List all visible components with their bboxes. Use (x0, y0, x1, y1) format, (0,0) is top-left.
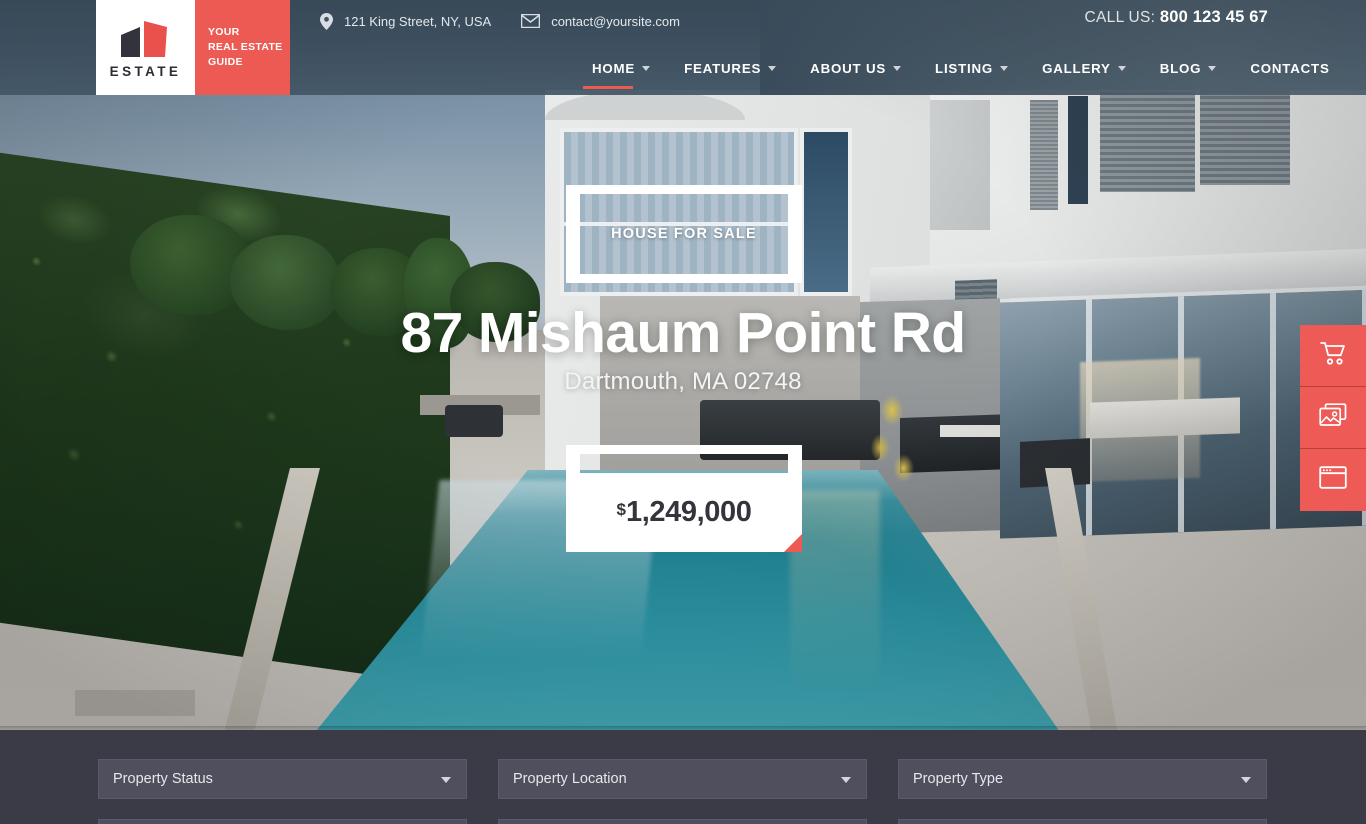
currency-symbol: $ (616, 500, 627, 519)
nav-item-gallery[interactable]: GALLERY (1025, 55, 1143, 81)
search-filter-row-2 (98, 819, 1268, 824)
page-title: 87 Mishaum Point Rd (400, 301, 966, 365)
property-search-panel: Property Status Property Location Proper… (0, 730, 1366, 824)
site-logo[interactable]: ESTATE YOUR REAL ESTATE GUIDE (96, 0, 290, 95)
chevron-down-icon (1241, 777, 1251, 783)
page-subtitle: Dartmouth, MA 02748 (564, 368, 802, 395)
chevron-down-icon (893, 65, 902, 71)
chevron-down-icon (768, 65, 777, 71)
header-address-text: 121 King Street, NY, USA (344, 13, 492, 29)
nav-label: GALLERY (1042, 60, 1111, 76)
phone-number: 800 123 45 67 (1159, 8, 1268, 26)
logo-wordmark: ESTATE (109, 63, 182, 79)
chevron-down-icon (1208, 65, 1217, 71)
chevron-down-icon (1117, 65, 1126, 71)
header-address[interactable]: 121 King Street, NY, USA (320, 12, 492, 30)
site-header: ESTATE YOUR REAL ESTATE GUIDE 121 King S… (0, 0, 1366, 95)
price-number: 1,249,000 (626, 496, 752, 528)
chevron-down-icon (841, 777, 851, 783)
chevron-down-icon (441, 777, 451, 783)
header-phone[interactable]: CALL US: 800 123 45 67 (1085, 8, 1268, 27)
price-corner-accent (784, 534, 802, 552)
nav-item-contacts[interactable]: CONTACTS (1233, 55, 1346, 81)
header-email[interactable]: contact@yoursite.com (521, 14, 680, 29)
property-location-select[interactable]: Property Location (498, 759, 867, 799)
chevron-down-icon (642, 65, 651, 71)
shopping-cart-icon (1319, 341, 1347, 371)
main-navigation: HOME FEATURES ABOUT US LISTING GALLERY B… (575, 55, 1347, 81)
nav-item-features[interactable]: FEATURES (667, 55, 793, 81)
header-contact-bar: 121 King Street, NY, USA contact@yoursit… (320, 8, 680, 34)
building-logo-icon (119, 17, 173, 59)
search-field-row2-2[interactable] (498, 819, 867, 824)
price-value: $1,249,000 (617, 496, 752, 529)
tagline-line-1: YOUR (208, 26, 240, 38)
chevron-down-icon (1000, 65, 1009, 71)
price-frame: $1,249,000 (566, 445, 802, 552)
layout-button[interactable] (1300, 449, 1366, 511)
floating-side-rail (1300, 325, 1366, 511)
nav-item-about-us[interactable]: ABOUT US (793, 55, 918, 81)
search-field-row2-1[interactable] (98, 819, 467, 824)
nav-label: HOME (592, 60, 636, 76)
search-field-row2-3[interactable] (898, 819, 1267, 824)
property-type-select[interactable]: Property Type (898, 759, 1267, 799)
property-status-select[interactable]: Property Status (98, 759, 467, 799)
map-pin-icon (320, 12, 333, 30)
nav-item-home[interactable]: HOME (575, 55, 667, 81)
logo-tagline-panel: YOUR REAL ESTATE GUIDE (195, 0, 290, 95)
property-location-label: Property Location (513, 771, 627, 787)
browser-window-icon (1319, 466, 1347, 494)
search-filter-row: Property Status Property Location Proper… (98, 759, 1268, 799)
nav-active-indicator (583, 86, 633, 89)
status-badge: HOUSE FOR SALE (566, 185, 802, 283)
cart-button[interactable] (1300, 325, 1366, 387)
price-box: $1,249,000 (566, 473, 802, 552)
nav-label: BLOG (1159, 60, 1202, 76)
nav-item-blog[interactable]: BLOG (1143, 55, 1234, 81)
property-type-label: Property Type (913, 771, 1004, 787)
nav-label: FEATURES (684, 60, 762, 76)
gallery-button[interactable] (1300, 387, 1366, 449)
envelope-icon (521, 14, 541, 28)
nav-label: CONTACTS (1250, 60, 1330, 76)
nav-item-listing[interactable]: LISTING (918, 55, 1025, 81)
call-us-label: CALL US: (1084, 9, 1156, 26)
hero-content: HOUSE FOR SALE 87 Mishaum Point Rd Dartm… (0, 95, 1366, 730)
nav-label: LISTING (935, 60, 994, 76)
gallery-images-icon (1319, 403, 1347, 432)
tagline-line-2: REAL ESTATE (208, 41, 283, 53)
tagline-line-3: GUIDE (208, 56, 243, 68)
status-badge-label: HOUSE FOR SALE (611, 226, 757, 242)
page-root: ESTATE YOUR REAL ESTATE GUIDE 121 King S… (0, 0, 1366, 824)
nav-label: ABOUT US (810, 60, 887, 76)
logo-mark-panel: ESTATE (96, 0, 195, 95)
header-email-text: contact@yoursite.com (551, 13, 680, 29)
property-status-label: Property Status (113, 771, 213, 787)
